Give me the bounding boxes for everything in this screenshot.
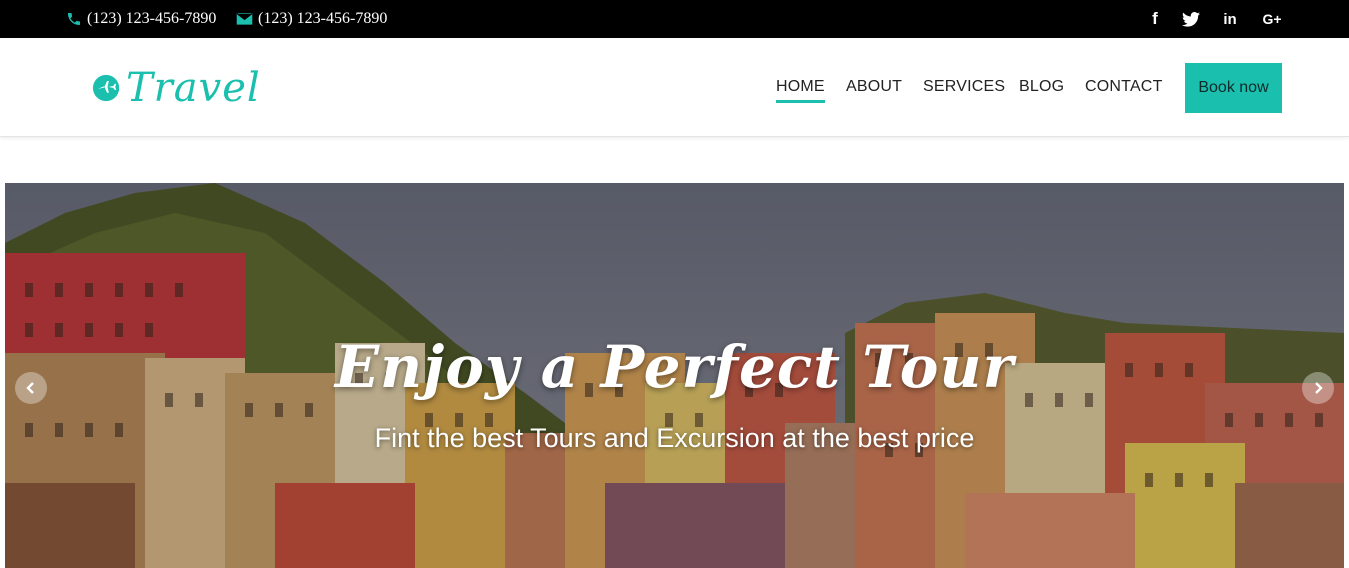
chevron-left-icon [26,382,34,394]
slider-prev-button[interactable] [15,372,47,404]
hero-slider: Enjoy a Perfect Tour Fint the best Tours… [5,183,1344,568]
twitter-icon[interactable] [1181,9,1201,29]
chevron-right-icon [1315,382,1323,394]
nav-contact[interactable]: CONTACT [1085,78,1163,96]
slider-next-button[interactable] [1302,372,1334,404]
logo-text: Travel [126,65,261,111]
nav-home[interactable]: HOME [776,78,825,103]
envelope-icon [236,13,253,25]
airplane-logo-icon [92,74,120,102]
top-bar: (123) 123-456-7890 (123) 123-456-7890 f … [0,0,1349,38]
google-plus-icon[interactable]: G+ [1262,9,1282,29]
logo[interactable]: Travel [92,62,261,114]
book-now-button[interactable]: Book now [1185,63,1282,113]
phone-icon [68,13,80,25]
nav-services[interactable]: SERVICES [923,78,1005,96]
nav-blog[interactable]: BLOG [1019,78,1064,96]
nav-about[interactable]: ABOUT [846,78,902,96]
facebook-icon[interactable]: f [1145,9,1165,29]
phone-text: (123) 123-456-7890 [87,10,217,27]
hero-subtitle: Fint the best Tours and Excursion at the… [374,423,975,453]
linkedin-icon[interactable]: in [1220,9,1240,29]
email-contact[interactable]: (123) 123-456-7890 [236,0,387,38]
email-text: (123) 123-456-7890 [258,10,388,27]
site-header: Travel HOME ABOUT SERVICES BLOG CONTACT … [0,38,1349,137]
hero-title: Enjoy a Perfect Tour [334,333,1015,401]
phone-contact[interactable]: (123) 123-456-7890 [66,0,216,38]
